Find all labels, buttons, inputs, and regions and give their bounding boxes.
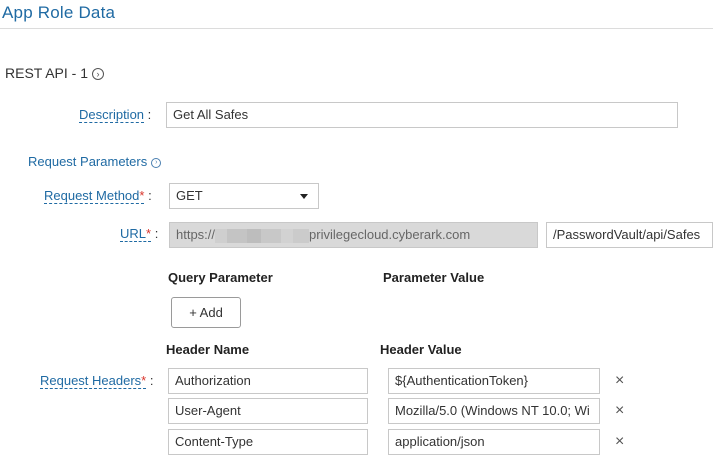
header-value-input[interactable]: Mozilla/5.0 (Windows NT 10.0; Wi: [388, 398, 600, 424]
rest-api-title-text: REST API - 1: [5, 65, 88, 81]
close-icon[interactable]: ×: [615, 373, 624, 389]
header-name-input[interactable]: Authorization: [168, 368, 368, 394]
circle-chevron-right-icon: ›: [151, 157, 162, 168]
redacted-segment: [261, 228, 282, 243]
url-label-wrap: URL* :: [120, 226, 159, 242]
circle-chevron-right-icon[interactable]: ›: [92, 68, 104, 81]
redacted-segment: [293, 228, 310, 243]
close-icon[interactable]: ×: [615, 403, 624, 419]
url-label: URL*: [120, 226, 152, 242]
url-path-input[interactable]: /PasswordVault/api/Safes: [546, 222, 713, 248]
description-input[interactable]: Get All Safes: [166, 102, 678, 128]
page-title: App Role Data: [2, 3, 116, 22]
url-base-suffix: privilegecloud.cyberark.com: [309, 227, 471, 242]
request-headers-label: Request Headers*: [40, 373, 147, 389]
url-base-input: https:// privilegecloud.cyberark.com: [169, 222, 538, 248]
description-label-wrap: Description :: [79, 107, 152, 123]
parameter-value-header: Parameter Value: [383, 270, 485, 285]
header-name-input[interactable]: User-Agent: [168, 398, 368, 424]
request-method-label-wrap: Request Method* :: [44, 188, 152, 204]
redacted-segment: [215, 228, 228, 243]
query-parameter-header: Query Parameter: [168, 270, 273, 285]
title-divider: [0, 28, 713, 29]
add-query-parameter-button[interactable]: + Add: [171, 297, 241, 328]
url-colon: :: [154, 226, 159, 241]
request-parameters-label: Request Parameters: [28, 154, 148, 169]
description-colon: :: [147, 107, 152, 122]
header-value-header: Header Value: [380, 342, 462, 357]
redacted-segment: [227, 228, 248, 243]
header-name-header: Header Name: [166, 342, 250, 357]
request-method-label: Request Method*: [44, 188, 145, 204]
request-headers-label-wrap: Request Headers* :: [40, 373, 154, 389]
redacted-segment: [247, 228, 262, 243]
redacted-segment: [281, 228, 294, 243]
request-method-value: GET: [176, 188, 203, 203]
chevron-down-icon: [300, 194, 308, 199]
header-value-input[interactable]: application/json: [388, 429, 600, 455]
request-headers-colon: :: [149, 373, 154, 388]
description-label: Description: [79, 107, 145, 123]
request-method-select[interactable]: GET: [169, 183, 319, 209]
header-name-input[interactable]: Content-Type: [168, 429, 368, 455]
rest-api-section-title[interactable]: REST API - 1 ›: [5, 65, 104, 81]
header-value-input[interactable]: ${AuthenticationToken}: [388, 368, 600, 394]
url-base-prefix: https://: [176, 227, 216, 242]
request-method-colon: :: [148, 188, 152, 203]
close-icon[interactable]: ×: [615, 434, 624, 450]
request-parameters-toggle[interactable]: Request Parameters ›: [28, 154, 162, 169]
